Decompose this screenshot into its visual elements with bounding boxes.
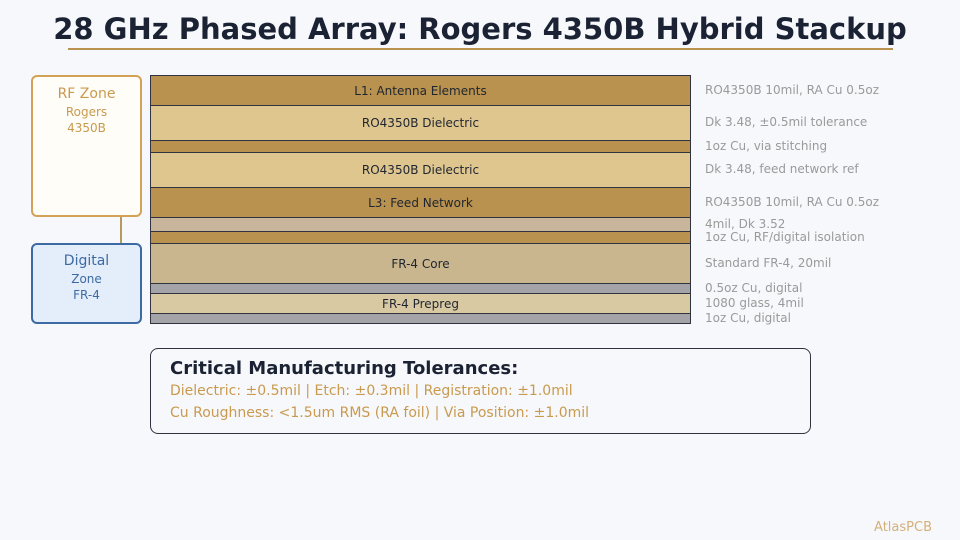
stackup-layer: L1: Antenna Elements [150,75,691,106]
digital-zone-box: Digital Zone FR-4 [31,243,142,324]
layer-label: L1: Antenna Elements [354,83,487,98]
layer-label: L3: Feed Network [368,195,473,210]
layer-label: FR-4 Core [391,256,450,271]
stackup-layer: RO4350B Dielectric [150,105,691,141]
brand-watermark: AtlasPCB [874,520,932,535]
tolerances-panel: Critical Manufacturing Tolerances: Diele… [150,348,811,434]
layer-note: RO4350B 10mil, RA Cu 0.5oz [705,83,880,97]
layer-note: RO4350B 10mil, RA Cu 0.5oz [705,195,880,209]
layer-note: Dk 3.48, feed network ref [705,162,859,176]
tolerances-title: Critical Manufacturing Tolerances: [170,358,519,379]
digital-zone-material: FR-4 [73,288,100,302]
stackup-layer: L3: Feed Network [150,187,691,218]
rf-zone-grade: 4350B [67,121,106,135]
layer-note: 0.5oz Cu, digital [705,281,803,295]
rf-zone-box: RF Zone Rogers 4350B [31,75,142,217]
layer-label: RO4350B Dielectric [361,116,480,130]
tolerances-line-1: Dielectric: ±0.5mil | Etch: ±0.3mil | Re… [170,383,573,399]
layer-label: FR-4 Prepreg [382,296,459,311]
title-underline [68,48,893,50]
tolerances-line-2: Cu Roughness: <1.5um RMS (RA foil) | Via… [170,405,590,421]
layer-note: Dk 3.48, ±0.5mil tolerance [705,115,868,129]
digital-zone-word: Zone [71,272,102,286]
stackup-layer: RO4350B Dielectric [150,152,691,188]
stackup-layer: FR-4 Core [150,243,691,284]
layer-note: Standard FR-4, 20mil [705,256,832,270]
zone-connector-line [120,217,122,243]
stackup-layer: FR-4 Prepreg [150,293,691,314]
rf-zone-title: RF Zone [57,86,116,102]
stackup-layer [150,313,691,324]
stackup-layer [150,217,691,232]
layer-note: 1oz Cu, via stitching [705,139,828,153]
rf-zone-material: Rogers [65,105,108,119]
digital-zone-title: Digital [63,253,110,269]
layer-note: 1oz Cu, digital [705,311,791,325]
layer-note: 1oz Cu, RF/digital isolation [705,230,865,244]
layer-note: 4mil, Dk 3.52 [705,217,786,231]
page-title: 28 GHz Phased Array: Rogers 4350B Hybrid… [53,12,907,46]
layer-note: 1080 glass, 4mil [705,296,804,310]
layer-label: RO4350B Dielectric [361,163,480,177]
